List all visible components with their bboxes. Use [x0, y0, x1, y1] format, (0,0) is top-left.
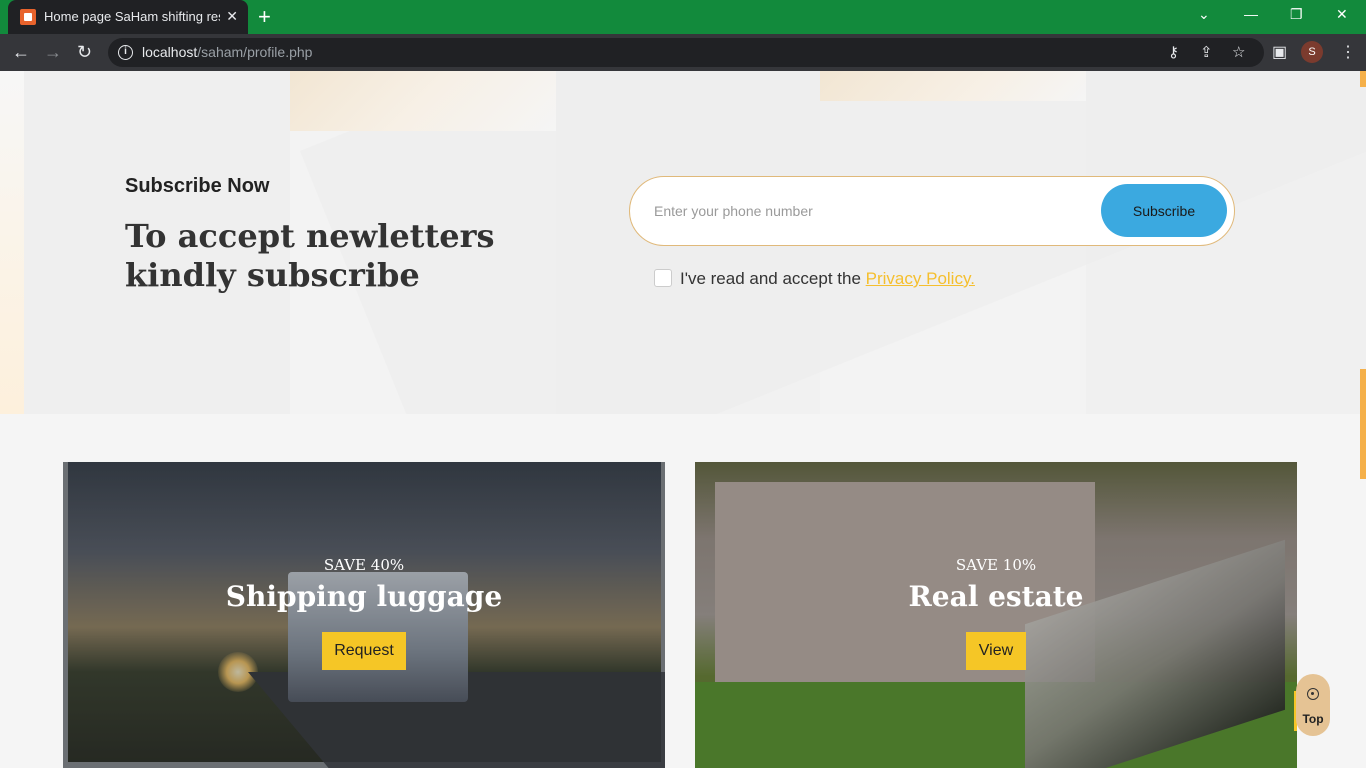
privacy-policy-link[interactable]: Privacy Policy.: [866, 269, 975, 288]
page-content: Subscribe Now To accept newletters kindl…: [0, 71, 1366, 768]
promo-title: Shipping luggage: [225, 580, 503, 613]
new-tab-button[interactable]: +: [258, 4, 271, 30]
key-icon[interactable]: ⚷: [1168, 43, 1179, 61]
url-host: localhost: [142, 44, 198, 60]
tab-search-icon[interactable]: ⌄: [1198, 6, 1210, 23]
browser-titlebar: Home page SaHam shifting residence ✕ + ⌄…: [0, 0, 1366, 34]
decor-stripe: [290, 71, 556, 131]
side-panel-icon[interactable]: ▣: [1272, 42, 1287, 62]
profile-avatar[interactable]: S: [1301, 41, 1323, 63]
phone-number-input[interactable]: [654, 197, 1094, 225]
decor-stripe: [820, 71, 1086, 101]
forward-arrow-icon[interactable]: →: [44, 41, 62, 63]
scrollbar-accent: [1360, 71, 1366, 87]
promo-card-shipping: SAVE 40% Shipping luggage Request: [63, 462, 665, 768]
url-text: localhost/saham/profile.php: [142, 44, 312, 60]
promo-discount: SAVE 40%: [323, 556, 405, 574]
decor-left-strip: [0, 71, 24, 414]
house-garden-image: [695, 462, 1297, 768]
request-button[interactable]: Request: [322, 632, 406, 670]
subscribe-section: Subscribe Now To accept newletters kindl…: [0, 71, 1366, 414]
subscribe-title: To accept newletters kindly subscribe: [125, 217, 495, 294]
subscribe-button[interactable]: Subscribe: [1101, 184, 1227, 237]
site-favicon-icon: [20, 9, 36, 25]
address-bar[interactable]: i localhost/saham/profile.php ⚷ ⇪ ☆: [108, 38, 1264, 67]
privacy-consent-label: I've read and accept the Privacy Policy.: [680, 269, 975, 289]
url-path: /saham/profile.php: [197, 44, 313, 60]
view-button[interactable]: View: [966, 632, 1026, 670]
consent-text: I've read and accept the: [680, 269, 866, 288]
image-overlay: [695, 462, 1297, 768]
promo-discount: SAVE 10%: [955, 556, 1037, 574]
tab-close-icon[interactable]: ✕: [226, 8, 238, 25]
close-window-button[interactable]: ✕: [1336, 6, 1348, 23]
back-arrow-icon[interactable]: ←: [12, 41, 30, 63]
scrollbar-thumb[interactable]: [1360, 369, 1366, 479]
reload-icon[interactable]: ↻: [77, 41, 92, 63]
restore-button[interactable]: ❐: [1290, 6, 1303, 23]
back-to-top-button[interactable]: Top: [1296, 674, 1330, 736]
browser-tab[interactable]: Home page SaHam shifting residence ✕: [8, 0, 248, 34]
promo-title: Real estate: [908, 580, 1084, 613]
tab-title: Home page SaHam shifting residence: [44, 9, 220, 24]
minimize-button[interactable]: —: [1244, 6, 1258, 22]
subscribe-heading: Subscribe Now: [125, 175, 270, 197]
target-icon: [1307, 688, 1319, 700]
browser-toolbar: ← → ↻ i localhost/saham/profile.php ⚷ ⇪ …: [0, 34, 1366, 71]
privacy-consent-checkbox[interactable]: [654, 269, 672, 287]
bookmark-star-icon[interactable]: ☆: [1232, 43, 1245, 61]
back-to-top-label: Top: [1302, 712, 1324, 726]
share-icon[interactable]: ⇪: [1200, 43, 1213, 61]
site-info-icon[interactable]: i: [118, 45, 133, 60]
subscribe-form: Subscribe: [629, 176, 1235, 246]
promo-card-real-estate: SAVE 10% Real estate View: [695, 462, 1297, 768]
menu-kebab-icon[interactable]: ⋮: [1340, 42, 1356, 62]
